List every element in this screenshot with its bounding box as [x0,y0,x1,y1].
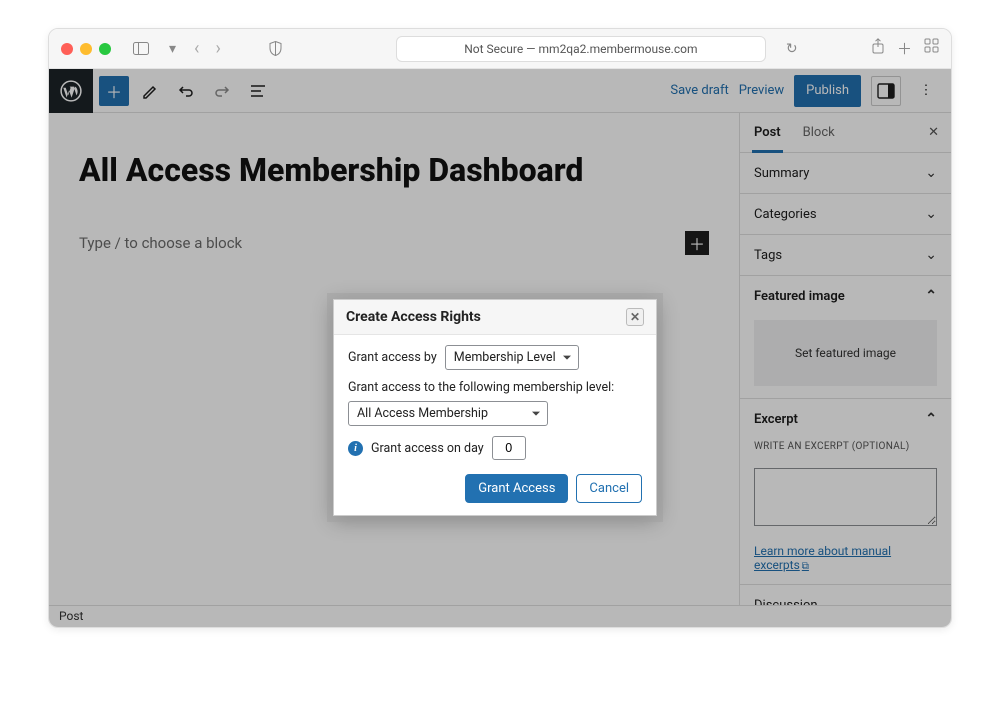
minimize-window-button[interactable] [80,43,92,55]
info-icon[interactable]: i [348,441,363,456]
back-button[interactable]: ‹ [190,38,203,59]
following-level-label: Grant access to the following membership… [348,380,642,395]
grant-by-label: Grant access by [348,350,437,365]
browser-window: ▾ ‹ › Not Secure — mm2qa2.membermouse.co… [48,28,952,628]
share-icon[interactable] [871,38,885,59]
wordpress-editor: ＋ Save draft Preview Publish [49,69,951,627]
grant-day-input[interactable] [492,436,526,460]
reload-icon[interactable]: ↻ [780,38,804,60]
maximize-window-button[interactable] [99,43,111,55]
forward-button[interactable]: › [211,38,224,59]
tabs-overview-icon[interactable] [924,38,939,59]
traffic-lights [61,43,111,55]
browser-titlebar: ▾ ‹ › Not Secure — mm2qa2.membermouse.co… [49,29,951,69]
new-tab-icon[interactable]: ＋ [897,38,912,59]
membership-level-select[interactable]: All Access Membership [348,401,548,426]
url-bar[interactable]: Not Secure — mm2qa2.membermouse.com [396,36,766,62]
shield-icon[interactable] [263,38,288,59]
grant-by-select[interactable]: Membership Level [445,345,579,370]
create-access-rights-dialog: Create Access Rights ✕ Grant access by M… [333,299,657,516]
dialog-title: Create Access Rights [346,309,481,325]
cancel-button[interactable]: Cancel [576,474,642,503]
url-text: Not Secure — mm2qa2.membermouse.com [464,42,697,56]
tab-dropdown-icon[interactable]: ▾ [163,38,182,60]
close-window-button[interactable] [61,43,73,55]
grant-access-button[interactable]: Grant Access [465,474,568,503]
grant-day-label: Grant access on day [371,441,484,456]
sidebar-toggle-icon[interactable] [127,39,155,58]
dialog-close-button[interactable]: ✕ [626,308,644,326]
